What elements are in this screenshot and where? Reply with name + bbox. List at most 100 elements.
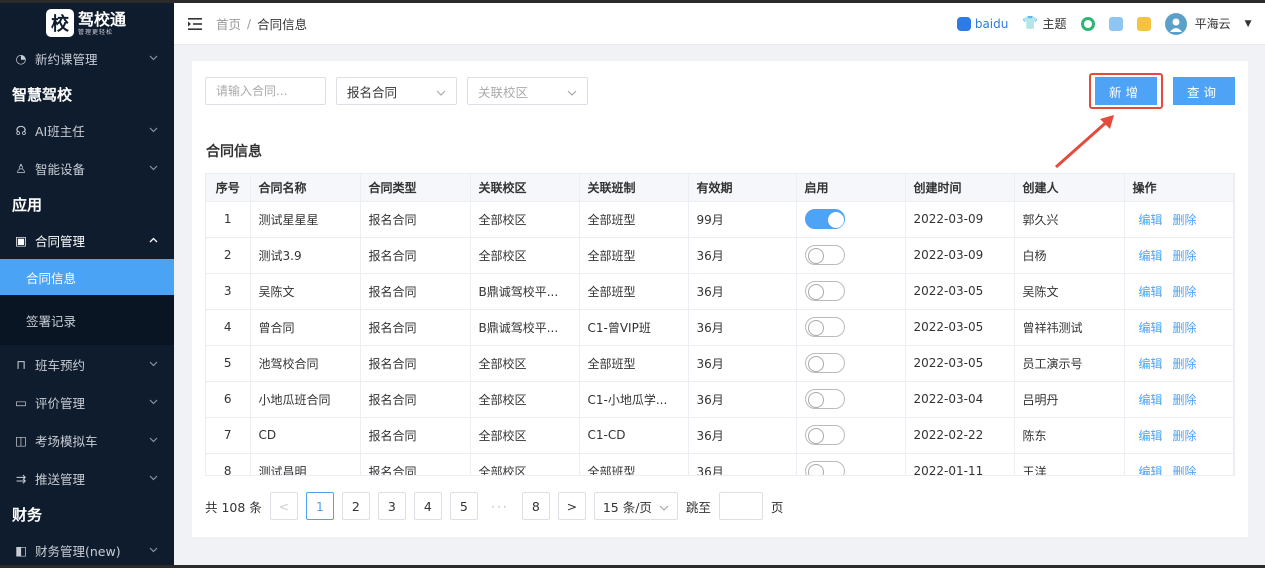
column-header: 创建时间 [905, 174, 1015, 202]
logo-subtitle: 管理更轻松 [78, 28, 114, 36]
sidebar-item[interactable]: ⊓ 班车预约 [0, 345, 174, 383]
table-cell-campus: B鼎诚驾校平... [470, 309, 580, 346]
column-header: 关联校区 [470, 174, 580, 202]
table-row: 5 池驾校合同 报名合同 全部校区 全部班型 36月 2022-03-05 员工演示号 编辑 删除 [206, 345, 1234, 382]
enable-toggle[interactable] [804, 425, 845, 445]
prev-page-button[interactable]: < [269, 492, 298, 520]
table-cell-enabled [796, 453, 906, 475]
enable-toggle[interactable] [804, 245, 845, 265]
table-cell-valid: 99月 [688, 201, 797, 238]
sidebar-subitem[interactable]: 签署记录 [0, 295, 174, 345]
enable-toggle[interactable] [804, 209, 845, 229]
contract-type-select[interactable]: 报名合同 [336, 77, 457, 105]
page-number[interactable]: 3 [377, 492, 406, 520]
sidebar-item[interactable]: ◫ 考场模拟车 [0, 421, 174, 459]
wallet-icon: ◧ [15, 542, 27, 558]
table-cell-creator: 王洋 [1014, 453, 1125, 475]
table-cell-no: 5 [206, 345, 251, 382]
table-cell-class: 全部班型 [579, 201, 689, 238]
edit-link[interactable]: 编辑 [1139, 249, 1163, 263]
note-icon[interactable] [1136, 16, 1151, 31]
edit-link[interactable]: 编辑 [1139, 465, 1163, 476]
sidebar-item[interactable]: ♙ 智能设备 [0, 149, 174, 187]
campus-select[interactable]: 关联校区 [467, 77, 588, 105]
page-number[interactable]: 1 [305, 492, 334, 520]
enable-toggle[interactable] [804, 461, 845, 475]
table-cell-creator: 吕明丹 [1014, 381, 1125, 418]
sidebar-item[interactable]: ▭ 评价管理 [0, 383, 174, 421]
page-number[interactable]: 4 [413, 492, 442, 520]
table-cell-class: C1-CD [579, 417, 689, 454]
sidebar-item[interactable]: ⇉ 推送管理 [0, 459, 174, 497]
contract-search-input[interactable] [205, 77, 326, 105]
sidebar-subitem[interactable]: 合同信息 [0, 259, 174, 295]
table-cell-name: CD [250, 417, 361, 454]
table-cell-class: 全部班型 [579, 237, 689, 274]
enable-toggle[interactable] [804, 389, 845, 409]
delete-link[interactable]: 删除 [1173, 357, 1197, 371]
edit-link[interactable]: 编辑 [1139, 213, 1163, 227]
monitor-icon[interactable] [1108, 16, 1123, 31]
page-number[interactable]: 2 [341, 492, 370, 520]
table-cell-creator: 员工演示号 [1014, 345, 1125, 382]
sidebar-item[interactable]: ◧ 财务管理(new) [0, 531, 174, 565]
table-cell-enabled [796, 345, 906, 382]
user-menu[interactable]: 平海云 ▼ [1164, 12, 1252, 35]
next-page-button[interactable]: > [557, 492, 586, 520]
baidu-link[interactable]: baidu [956, 16, 1008, 31]
refresh-icon[interactable] [1080, 16, 1095, 31]
table-cell-no: 6 [206, 381, 251, 418]
delete-link[interactable]: 删除 [1173, 213, 1197, 227]
delete-link[interactable]: 删除 [1173, 465, 1197, 476]
chevron-down-icon [148, 545, 158, 555]
table-cell-actions: 编辑 删除 [1124, 381, 1234, 418]
table-cell-campus: 全部校区 [470, 381, 580, 418]
table-header-row: 序号 合同名称 合同类型 关联校区 关联班制 有效期 启用 创建时间 创建人 操作 [206, 174, 1234, 202]
enable-toggle[interactable] [804, 353, 845, 373]
delete-link[interactable]: 删除 [1173, 429, 1197, 443]
menu-fold-icon[interactable] [188, 17, 202, 31]
edit-link[interactable]: 编辑 [1139, 429, 1163, 443]
edit-link[interactable]: 编辑 [1139, 357, 1163, 371]
enable-toggle[interactable] [804, 281, 845, 301]
table-cell-type: 报名合同 [360, 201, 471, 238]
table-cell-name: 小地瓜班合同 [250, 381, 361, 418]
table-cell-creator: 陈东 [1014, 417, 1125, 454]
edit-link[interactable]: 编辑 [1139, 321, 1163, 335]
table-cell-campus: 全部校区 [470, 453, 580, 475]
sidebar-item[interactable]: ◔ 新约课管理 [0, 39, 174, 77]
page-number[interactable]: 5 [449, 492, 478, 520]
table-row: 7 CD 报名合同 全部校区 C1-CD 36月 2022-02-22 陈东 编辑 删除 [206, 417, 1234, 454]
page-last[interactable]: 8 [521, 492, 550, 520]
sidebar-group-title: 应用 [12, 195, 43, 214]
bus-icon: ⊓ [16, 356, 26, 372]
delete-link[interactable]: 删除 [1173, 321, 1197, 335]
logo[interactable]: 校 驾校通 管理更轻松 [0, 3, 174, 43]
delete-link[interactable]: 删除 [1173, 393, 1197, 407]
breadcrumb-separator: / [247, 16, 252, 31]
delete-link[interactable]: 删除 [1173, 249, 1197, 263]
table-cell-type: 报名合同 [360, 345, 471, 382]
sidebar-item-label: 考场模拟车 [35, 433, 98, 449]
theme-button[interactable]: 👕 主题 [1022, 15, 1066, 32]
table-cell-creator: 郭久兴 [1014, 201, 1125, 238]
query-button[interactable]: 查询 [1172, 77, 1235, 105]
sidebar-item[interactable]: ☊ AI班主任 [0, 111, 174, 149]
sidebar-item[interactable]: ▣ 合同管理 [0, 221, 174, 259]
page-unit-label: 页 [770, 499, 784, 515]
add-button[interactable]: 新增 [1094, 77, 1157, 105]
contract-type-value: 报名合同 [347, 84, 398, 100]
jump-page-input[interactable] [718, 492, 763, 520]
edit-link[interactable]: 编辑 [1139, 285, 1163, 299]
page-ellipsis[interactable]: ··· [486, 492, 514, 520]
contract-icon: ▣ [15, 232, 27, 248]
table-cell-enabled [796, 417, 906, 454]
breadcrumb-home[interactable]: 首页 [216, 14, 241, 33]
delete-link[interactable]: 删除 [1173, 285, 1197, 299]
sidebar-item-label: 合同管理 [35, 233, 86, 249]
edit-link[interactable]: 编辑 [1139, 393, 1163, 407]
column-header: 合同类型 [360, 174, 471, 202]
enable-toggle[interactable] [804, 317, 845, 337]
table-cell-campus: B鼎诚驾校平... [470, 273, 580, 310]
page-size-select[interactable]: 15 条/页 [593, 492, 678, 520]
